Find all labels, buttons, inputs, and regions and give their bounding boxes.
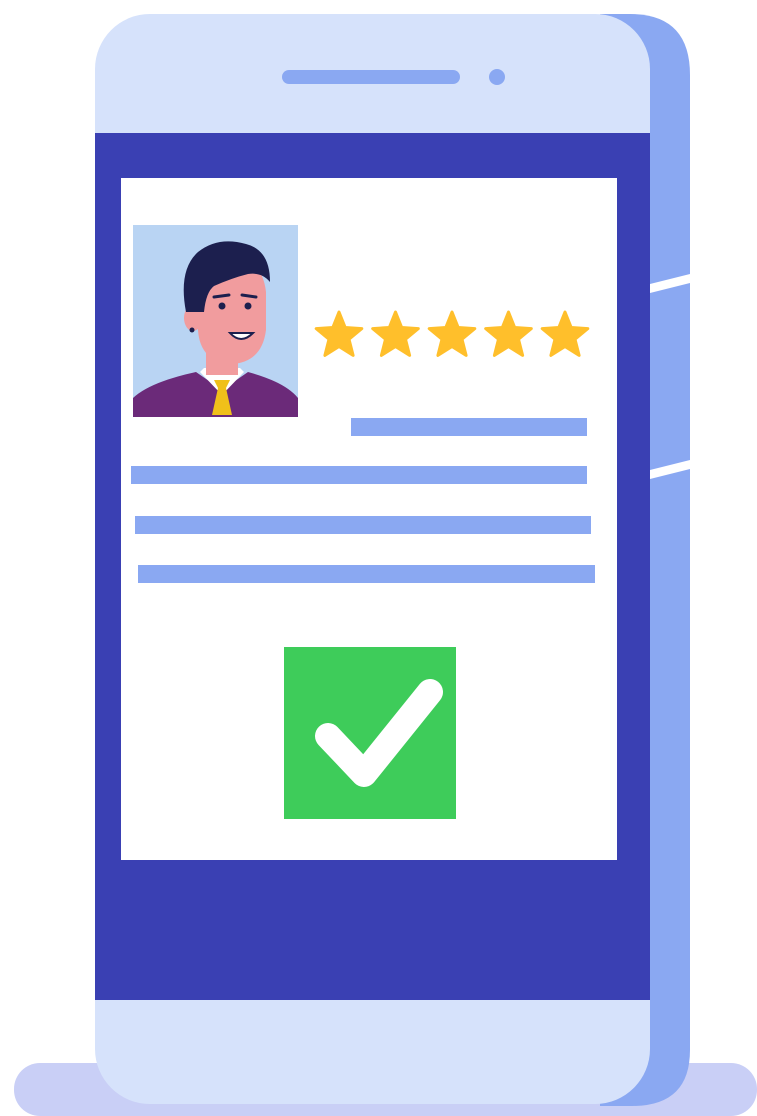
- text-line-1: [351, 418, 587, 436]
- camera-dot: [489, 69, 505, 85]
- text-line-2: [131, 466, 587, 484]
- avatar-ear-dot: [189, 327, 195, 333]
- phone-svg: [14, 14, 757, 1116]
- text-line-4: [138, 565, 595, 583]
- avatar-eye-left: [218, 302, 226, 310]
- approval-check-box: [284, 647, 456, 819]
- text-line-3: [135, 516, 591, 534]
- phone-illustration: [0, 0, 757, 1116]
- avatar-eye-right: [244, 302, 252, 310]
- user-avatar: [133, 225, 298, 417]
- speaker-slot: [282, 70, 460, 84]
